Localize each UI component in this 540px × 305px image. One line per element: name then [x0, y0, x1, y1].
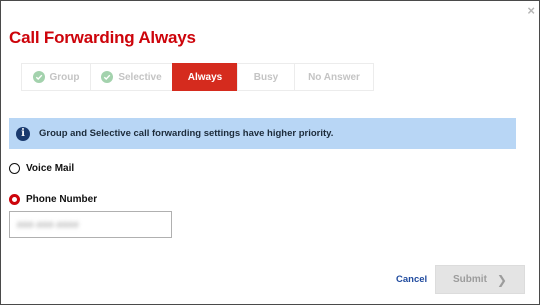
- check-circle-icon: [32, 71, 45, 83]
- call-forwarding-dialog: × Call Forwarding Always Group Selective…: [0, 0, 540, 305]
- close-icon[interactable]: ×: [527, 4, 535, 17]
- tab-label: Group: [49, 71, 80, 83]
- phone-number-radio[interactable]: [9, 194, 20, 205]
- tab-group[interactable]: Group: [21, 63, 91, 91]
- tab-busy[interactable]: Busy: [237, 63, 295, 91]
- tab-selective[interactable]: Selective: [90, 63, 173, 91]
- submit-button[interactable]: Submit ❯: [435, 265, 525, 294]
- voicemail-option[interactable]: Voice Mail: [9, 163, 74, 174]
- phone-number-input[interactable]: ###-###-####: [9, 211, 172, 238]
- phone-number-label: Phone Number: [26, 194, 98, 205]
- priority-info-banner: i Group and Selective call forwarding se…: [9, 118, 516, 149]
- voicemail-label: Voice Mail: [26, 163, 75, 174]
- phone-number-option[interactable]: Phone Number: [9, 194, 97, 205]
- tab-label: Busy: [253, 71, 279, 83]
- check-circle-icon: [101, 71, 114, 83]
- chevron-right-icon: ❯: [496, 272, 507, 287]
- dialog-title: Call Forwarding Always: [9, 28, 196, 47]
- info-icon: i: [16, 126, 30, 141]
- tab-always[interactable]: Always: [172, 63, 238, 91]
- tab-label: No Answer: [308, 71, 360, 83]
- banner-text: Group and Selective call forwarding sett…: [39, 128, 334, 139]
- submit-label: Submit: [453, 274, 487, 285]
- voicemail-radio[interactable]: [9, 163, 20, 174]
- forwarding-tabs: Group Selective Always Busy No Answer: [21, 63, 374, 91]
- tab-label: Selective: [118, 71, 162, 83]
- cancel-button[interactable]: Cancel: [396, 274, 427, 285]
- tab-label: Always: [187, 71, 223, 83]
- tab-no-answer[interactable]: No Answer: [294, 63, 374, 91]
- phone-number-value: ###-###-####: [17, 219, 80, 230]
